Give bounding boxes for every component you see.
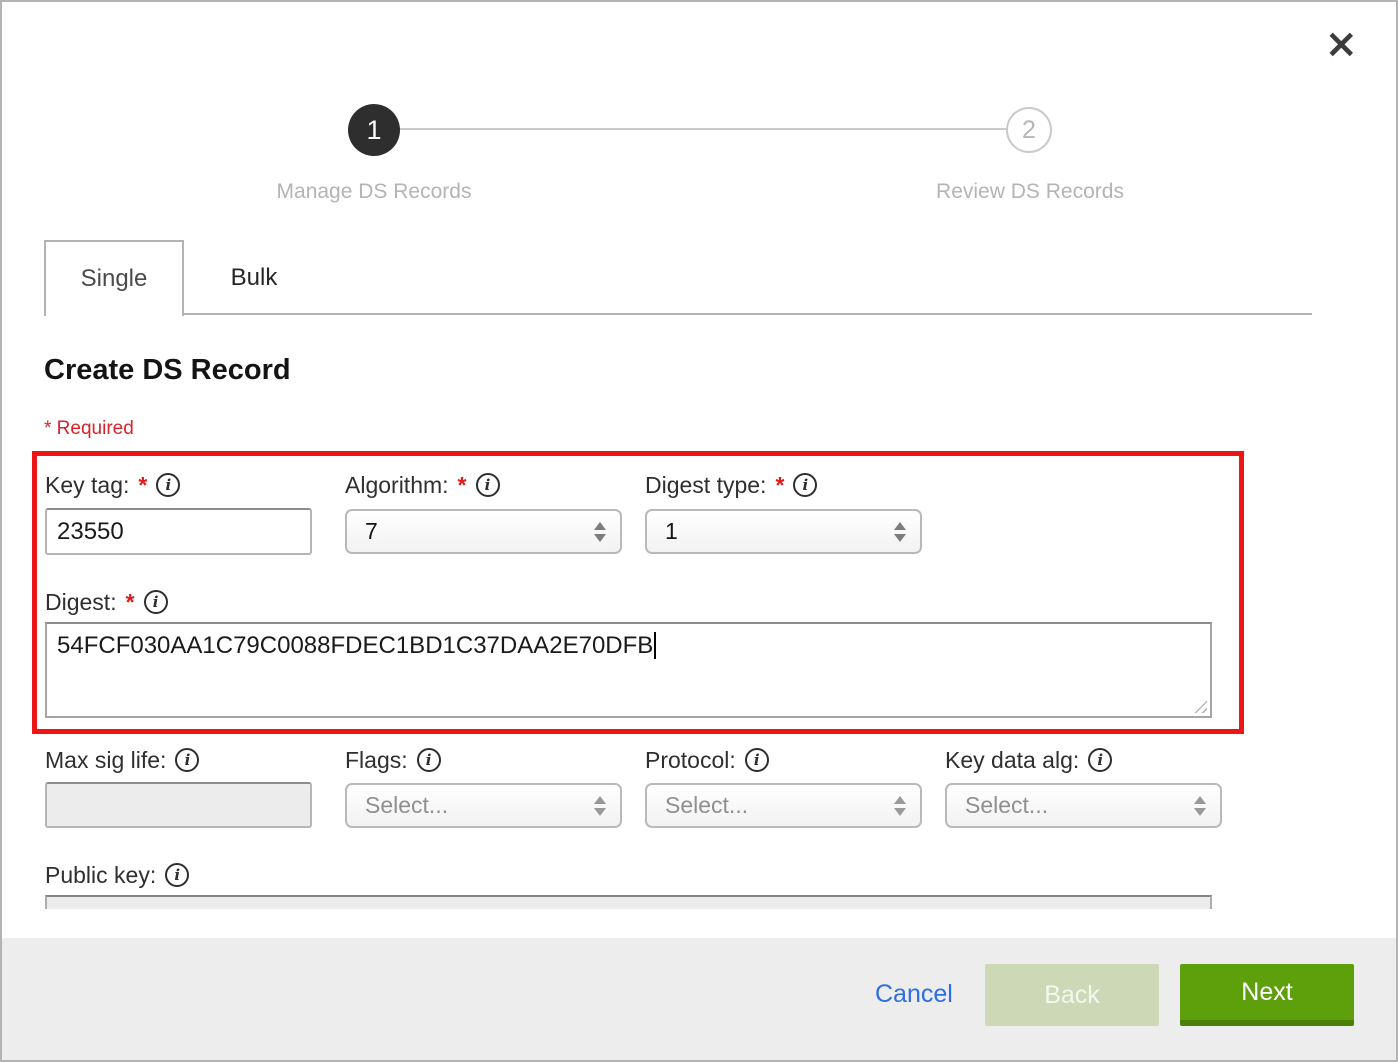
chevron-updown-icon — [594, 522, 606, 542]
key-data-alg-label-text: Key data alg: — [945, 747, 1079, 774]
required-note: * Required — [44, 418, 134, 440]
digest-label: Digest: * i — [45, 587, 168, 617]
required-asterisk: * — [775, 472, 784, 499]
back-button[interactable]: Back — [985, 964, 1159, 1026]
algorithm-label-text: Algorithm: — [345, 472, 449, 499]
flags-selected-value: Select... — [365, 792, 448, 819]
chevron-updown-icon — [894, 796, 906, 816]
digest-type-select[interactable]: 1 — [645, 509, 922, 554]
chevron-updown-icon — [594, 796, 606, 816]
public-key-label-text: Public key: — [45, 862, 156, 889]
modal-footer: Cancel Back Next — [2, 938, 1396, 1060]
resize-handle-icon[interactable] — [1190, 696, 1207, 713]
key-data-alg-label: Key data alg: i — [945, 745, 1112, 775]
max-sig-life-info-icon[interactable]: i — [175, 748, 199, 772]
public-key-textarea[interactable] — [45, 895, 1212, 909]
digest-type-label-text: Digest type: — [645, 472, 766, 499]
max-sig-life-input[interactable] — [45, 782, 312, 828]
step-label-review-ds-records: Review DS Records — [870, 180, 1190, 204]
algorithm-select[interactable]: 7 — [345, 509, 622, 554]
close-icon[interactable]: × — [1324, 24, 1358, 64]
protocol-label-text: Protocol: — [645, 747, 736, 774]
next-button[interactable]: Next — [1180, 964, 1354, 1026]
cancel-link[interactable]: Cancel — [875, 980, 953, 1009]
key-data-alg-info-icon[interactable]: i — [1088, 748, 1112, 772]
protocol-selected-value: Select... — [665, 792, 748, 819]
digest-textarea[interactable]: 54FCF030AA1C79C0088FDEC1BD1C37DAA2E70DFB — [45, 622, 1212, 718]
protocol-info-icon[interactable]: i — [745, 748, 769, 772]
max-sig-life-label-text: Max sig life: — [45, 747, 166, 774]
flags-label: Flags: i — [345, 745, 441, 775]
key-tag-input[interactable] — [45, 508, 312, 555]
step-label-manage-ds-records: Manage DS Records — [214, 180, 534, 204]
chevron-updown-icon — [894, 522, 906, 542]
key-data-alg-selected-value: Select... — [965, 792, 1048, 819]
digest-label-text: Digest: — [45, 589, 117, 616]
algorithm-selected-value: 7 — [365, 518, 378, 545]
page-title: Create DS Record — [44, 354, 291, 387]
required-asterisk: * — [458, 472, 467, 499]
digest-type-selected-value: 1 — [665, 518, 678, 545]
step-circle-1: 1 — [348, 104, 400, 156]
digest-value: 54FCF030AA1C79C0088FDEC1BD1C37DAA2E70DFB — [57, 632, 653, 659]
flags-info-icon[interactable]: i — [417, 748, 441, 772]
step-connector-line — [398, 128, 1010, 130]
max-sig-life-label: Max sig life: i — [45, 745, 199, 775]
flags-select[interactable]: Select... — [345, 783, 622, 828]
digest-type-info-icon[interactable]: i — [793, 473, 817, 497]
protocol-select[interactable]: Select... — [645, 783, 922, 828]
text-cursor — [654, 632, 656, 659]
key-data-alg-select[interactable]: Select... — [945, 783, 1222, 828]
algorithm-info-icon[interactable]: i — [476, 473, 500, 497]
key-tag-info-icon[interactable]: i — [156, 473, 180, 497]
protocol-label: Protocol: i — [645, 745, 769, 775]
required-asterisk: * — [126, 589, 135, 616]
create-ds-record-modal: × 1 2 Manage DS Records Review DS Record… — [0, 0, 1398, 1062]
digest-type-label: Digest type: * i — [645, 470, 817, 500]
step-circle-2: 2 — [1006, 107, 1052, 153]
key-tag-label-text: Key tag: — [45, 472, 129, 499]
chevron-updown-icon — [1194, 796, 1206, 816]
tab-single[interactable]: Single — [44, 240, 184, 316]
flags-label-text: Flags: — [345, 747, 408, 774]
tab-bulk[interactable]: Bulk — [184, 240, 324, 316]
public-key-label: Public key: i — [45, 860, 189, 890]
required-asterisk: * — [138, 472, 147, 499]
public-key-info-icon[interactable]: i — [165, 863, 189, 887]
key-tag-label: Key tag: * i — [45, 470, 180, 500]
digest-info-icon[interactable]: i — [144, 590, 168, 614]
algorithm-label: Algorithm: * i — [345, 470, 500, 500]
